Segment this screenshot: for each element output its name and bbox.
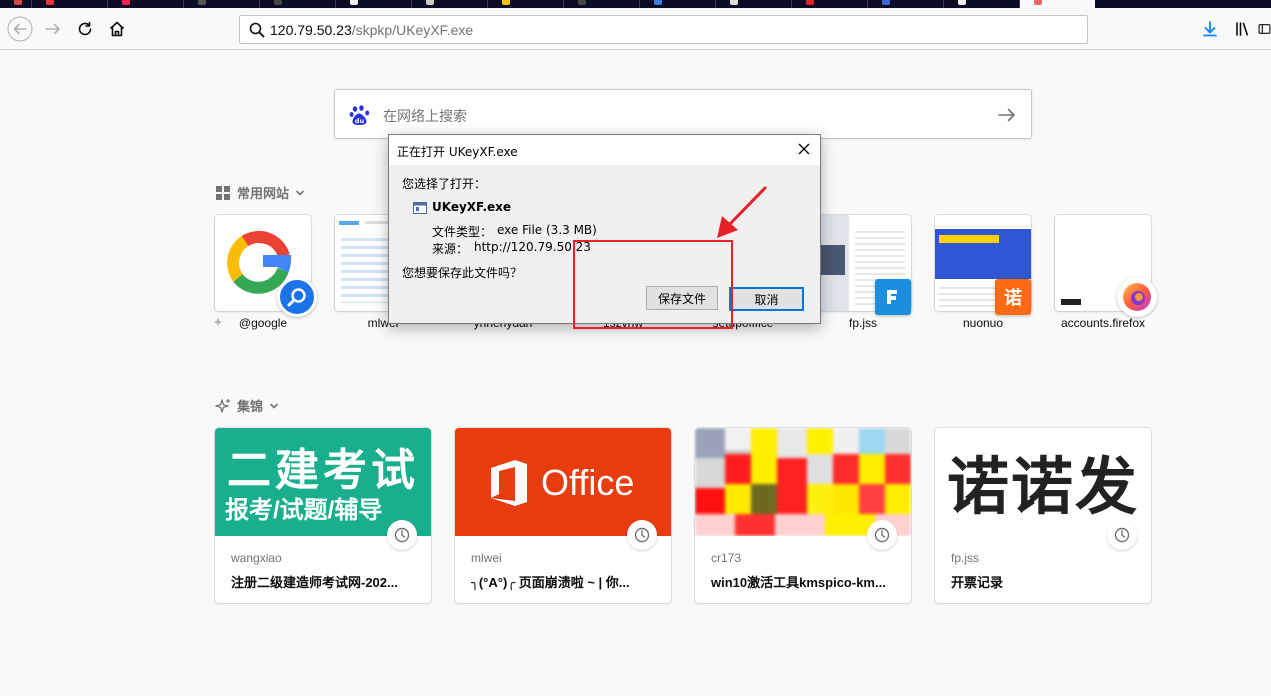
site-thumbnail (215, 215, 317, 317)
address-bar[interactable]: 120.79.50.23/skpkp/UKeyXF.exe (239, 15, 1088, 44)
search-placeholder: 在网络上搜索 (383, 108, 467, 124)
url-text: 120.79.50.23/skpkp/UKeyXF.exe (270, 22, 473, 38)
chevron-down-icon (296, 190, 304, 195)
site-thumbnail (1055, 215, 1157, 317)
annotation-arrow-icon (717, 186, 767, 238)
magnifier-icon (277, 277, 317, 317)
site-label: @google (238, 316, 288, 330)
site-label: accounts.firefox (1060, 316, 1146, 330)
tab[interactable] (0, 0, 32, 8)
tab[interactable] (792, 0, 868, 8)
baidu-logo-icon: du (349, 105, 370, 125)
top-site-accounts-firefox[interactable]: accounts.firefox (1055, 215, 1157, 330)
cancel-button[interactable]: 取消 (729, 287, 804, 311)
card-image-text: Office (541, 462, 635, 503)
downloads-button[interactable] (1195, 14, 1225, 44)
tab[interactable] (640, 0, 716, 8)
home-button[interactable] (102, 14, 132, 44)
chevron-down-icon (270, 403, 278, 408)
tab[interactable] (32, 0, 108, 8)
dialog-intro: 您选择了打开： (402, 177, 487, 191)
clock-icon (867, 520, 897, 550)
top-site-fp-jss[interactable]: fp.jss (815, 215, 911, 330)
site-thumbnail: 诺 (935, 215, 1031, 315)
sparkle-icon (215, 398, 231, 414)
file-type-value: exe File (3.3 MB) (497, 223, 597, 237)
dialog-title: 正在打开 UKeyXF.exe (397, 145, 518, 159)
url-path: /skpkp/UKeyXF.exe (351, 21, 474, 38)
tab[interactable] (716, 0, 792, 8)
svg-text:du: du (355, 117, 365, 125)
grid-icon (215, 185, 231, 201)
clock-icon (387, 520, 417, 550)
tab-strip (0, 0, 1271, 8)
card-image-heading: 二建考试 (227, 446, 419, 495)
tab[interactable] (488, 0, 564, 8)
back-arrow-icon (7, 16, 33, 42)
search-icon (248, 21, 266, 39)
tab[interactable] (564, 0, 640, 8)
highlights-header[interactable]: 集锦 (215, 396, 279, 415)
sidebar-button[interactable] (1258, 14, 1271, 44)
card-host: wangxiao (231, 551, 282, 565)
card-image-subheading: 报考/试题/辅导 (225, 497, 383, 524)
back-button[interactable] (5, 14, 35, 44)
card-title: win10激活工具kmspico-km... (711, 575, 886, 590)
home-icon (109, 21, 125, 37)
highlight-card[interactable]: Office mlwei ╮(°A°)╭ 页面崩溃啦 ~ | 你... (455, 428, 671, 603)
top-site-nuonuo[interactable]: 诺 nuonuo (935, 215, 1031, 330)
dialog-filename: UKeyXF.exe (432, 200, 512, 214)
nuonuo-logo-icon: 诺 (995, 279, 1031, 315)
file-icon (413, 202, 427, 214)
library-icon (1236, 22, 1249, 36)
site-label: fp.jss (848, 316, 877, 330)
site-thumbnail (815, 215, 911, 315)
firefox-logo-icon (1117, 277, 1157, 317)
highlights-title: 集锦 (237, 399, 264, 414)
arrow-right-icon[interactable] (997, 105, 1017, 125)
url-host: 120.79.50.23 (270, 21, 352, 38)
card-host: cr173 (711, 551, 742, 565)
source-label: 来源： (432, 242, 469, 256)
card-image-text: 诺诺发 (947, 453, 1140, 522)
close-icon[interactable] (796, 141, 812, 157)
library-button[interactable] (1228, 14, 1258, 44)
annotation-highlight-box (573, 240, 733, 329)
clock-icon (1107, 520, 1137, 550)
save-question: 您想要保存此文件吗？ (402, 266, 523, 280)
office-logo-icon (491, 460, 527, 506)
card-title: ╮(°A°)╭ 页面崩溃啦 ~ | 你... (471, 575, 630, 590)
highlight-card[interactable]: 诺诺发 fp.jss 开票记录 (935, 428, 1151, 603)
reload-button[interactable] (70, 14, 100, 44)
top-sites-header[interactable]: 常用网站 (215, 183, 305, 202)
card-host: mlwei (471, 551, 502, 565)
download-arrow-icon (1203, 21, 1217, 37)
web-search-box[interactable]: du 在网络上搜索 (334, 89, 1032, 139)
highlight-card[interactable]: cr173 win10激活工具kmspico-km... (695, 428, 911, 603)
tab[interactable] (944, 0, 1020, 8)
tab[interactable] (412, 0, 488, 8)
fp-logo-icon (875, 279, 911, 315)
navigation-toolbar: 120.79.50.23/skpkp/UKeyXF.exe (0, 8, 1271, 50)
tab[interactable] (184, 0, 260, 8)
top-site-google[interactable]: @google (214, 215, 317, 330)
forward-arrow-icon (45, 23, 60, 35)
tab[interactable] (336, 0, 412, 8)
card-title: 开票记录 (951, 575, 1004, 590)
clock-icon (627, 520, 657, 550)
sidebar-icon (1258, 24, 1271, 34)
card-title: 注册二级建造师考试网-202... (231, 575, 398, 590)
top-sites-title: 常用网站 (237, 186, 290, 201)
tab[interactable] (108, 0, 184, 8)
file-type-label: 文件类型： (432, 225, 493, 239)
tab[interactable] (260, 0, 336, 8)
tab[interactable] (868, 0, 944, 8)
site-label: nuonuo (962, 316, 1004, 330)
card-host: fp.jss (951, 551, 980, 565)
forward-button[interactable] (38, 14, 68, 44)
tab-active[interactable] (1020, 0, 1095, 8)
highlight-card[interactable]: 二建考试 报考/试题/辅导 wangxiao 注册二级建造师考试网-202... (215, 428, 431, 603)
reload-icon (78, 21, 92, 36)
